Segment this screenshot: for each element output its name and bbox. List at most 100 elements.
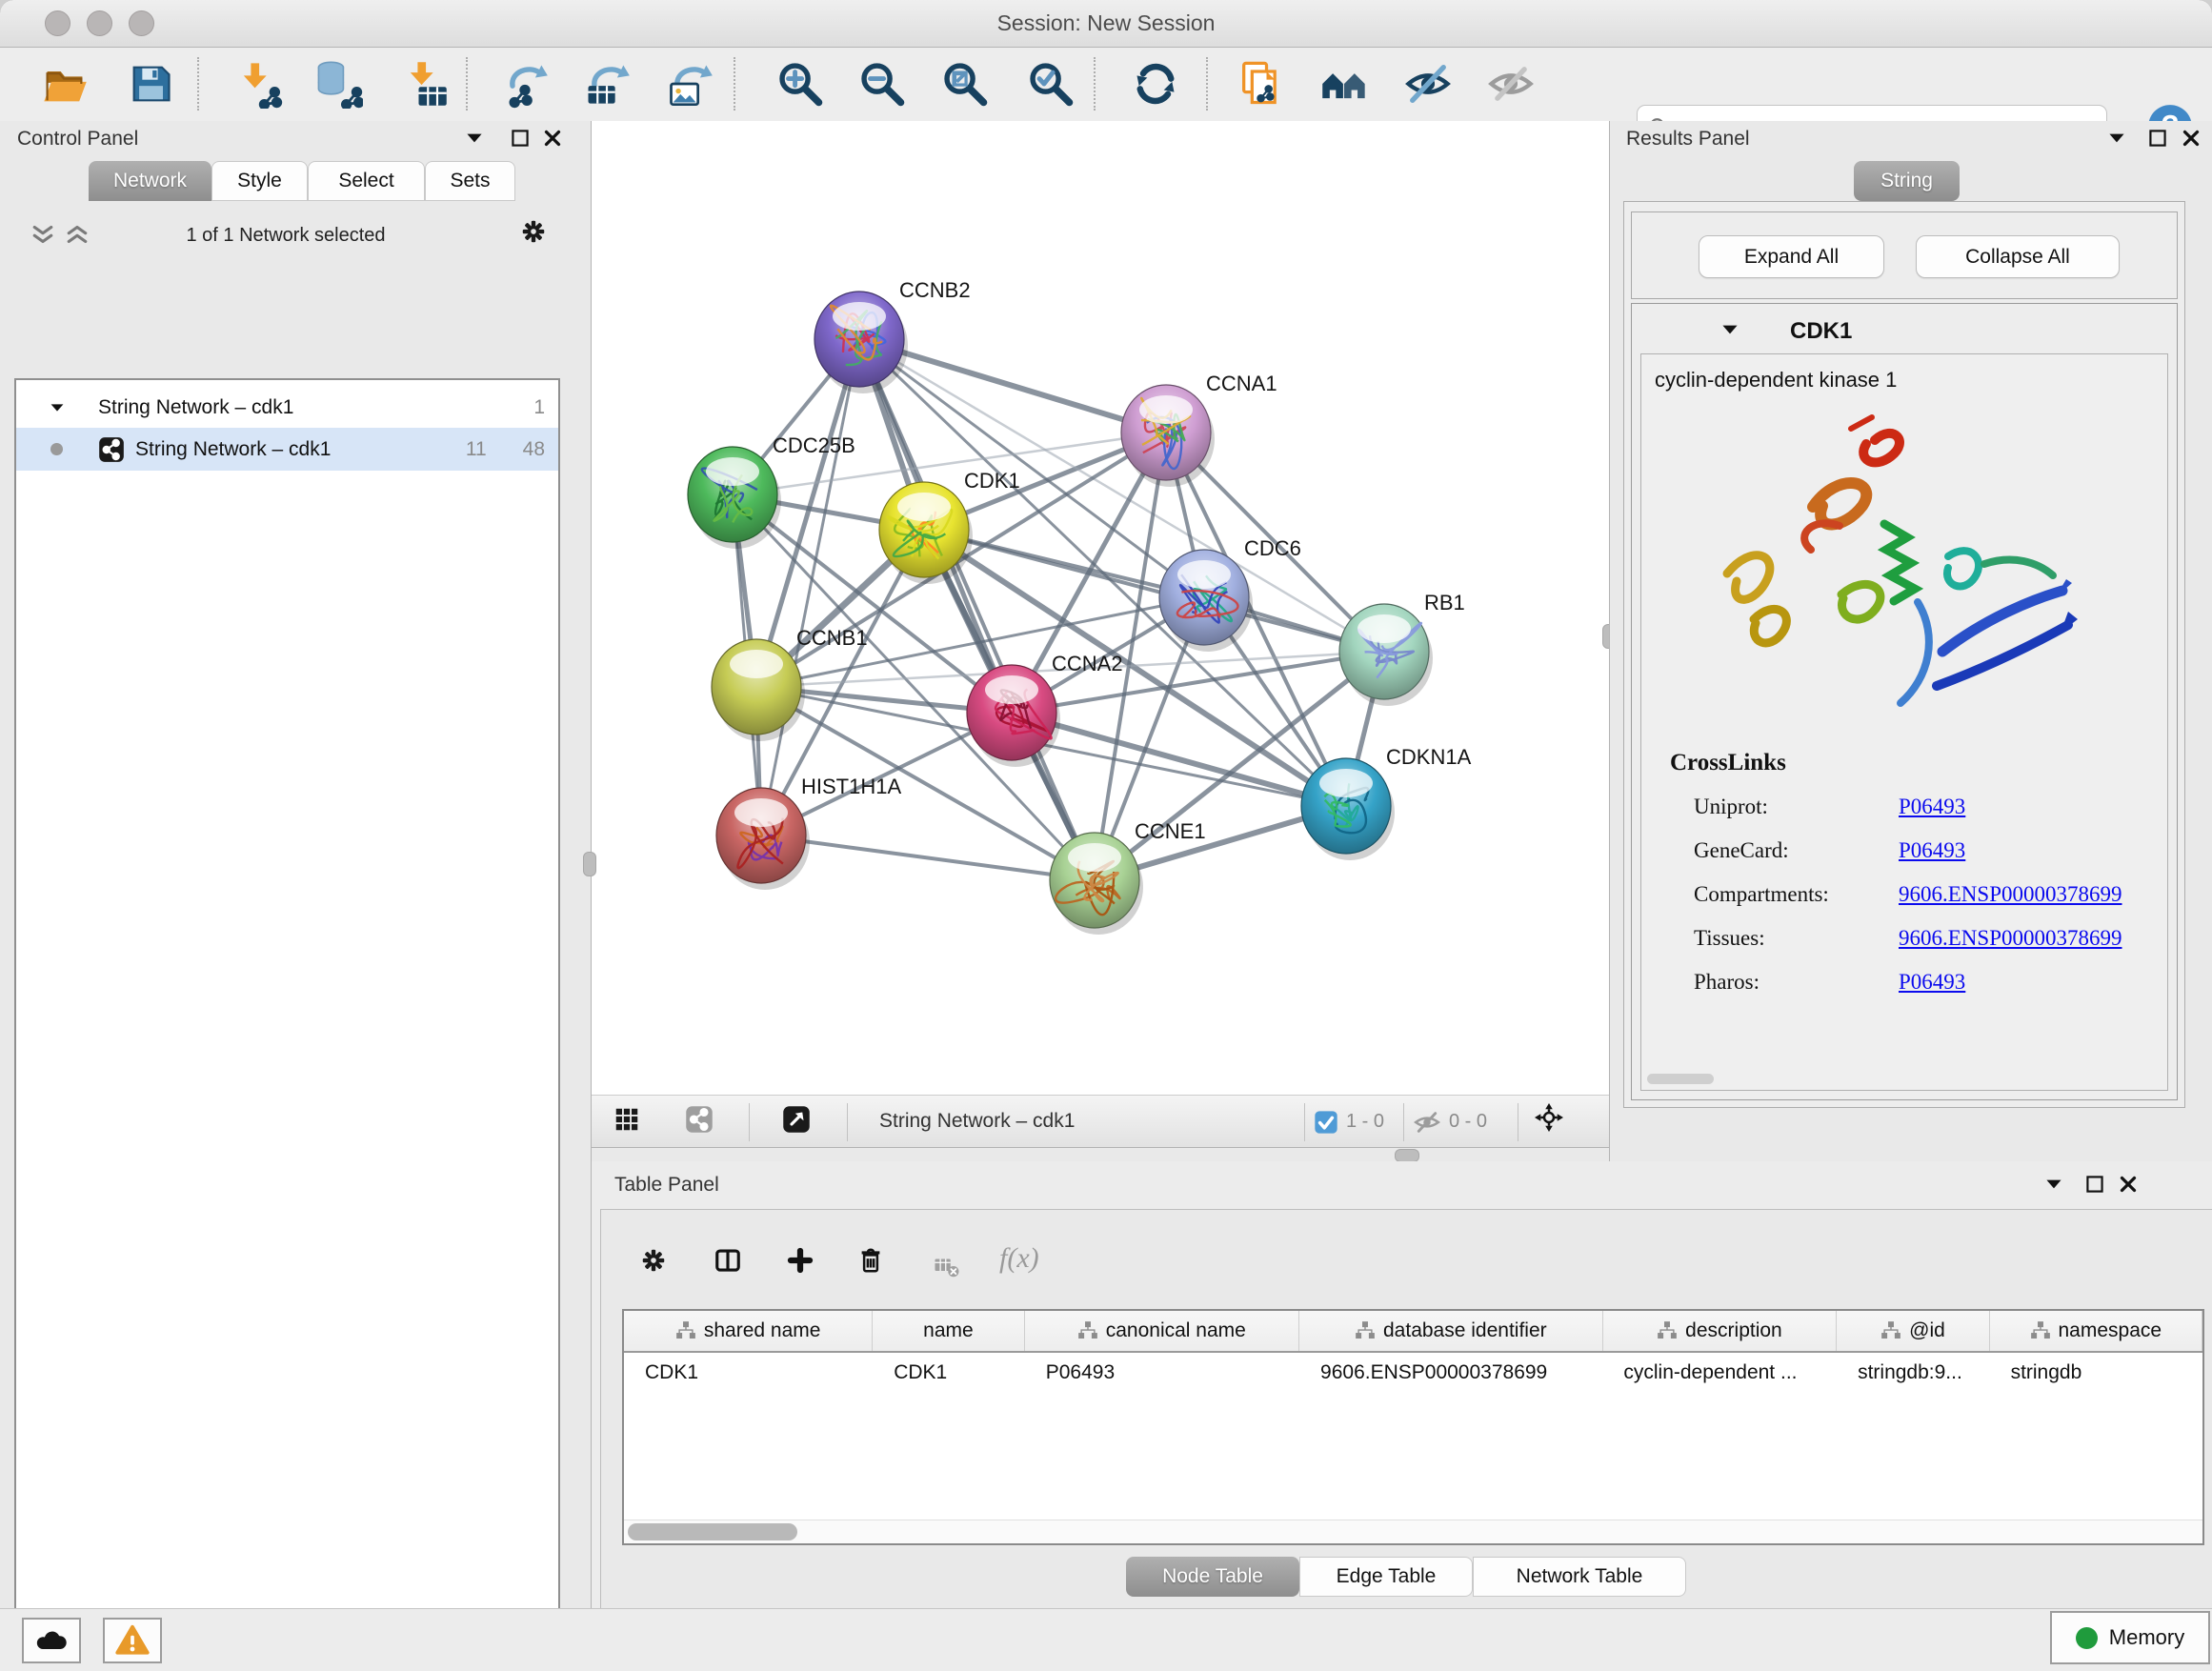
save-session-icon[interactable] bbox=[123, 55, 178, 112]
crosslink-row: GeneCard: P06493 bbox=[1694, 829, 2142, 873]
clone-network-icon[interactable] bbox=[1233, 55, 1288, 112]
table-panel-menu-icon[interactable] bbox=[2040, 1170, 2068, 1198]
import-network-from-database-icon[interactable] bbox=[311, 55, 366, 112]
network-label: String Network – cdk1 bbox=[135, 438, 331, 461]
column-header-namespace[interactable]: namespace bbox=[1990, 1311, 2202, 1351]
open-file-icon[interactable] bbox=[37, 55, 92, 112]
memory-button[interactable]: Memory bbox=[2050, 1611, 2210, 1664]
tab-select[interactable]: Select bbox=[308, 161, 425, 201]
export-image-icon[interactable] bbox=[662, 55, 717, 112]
zoom-in-icon[interactable] bbox=[773, 55, 828, 112]
network-collection-row[interactable]: String Network – cdk1 1 bbox=[16, 386, 558, 429]
crosslink-link[interactable]: P06493 bbox=[1899, 795, 1965, 819]
application-window: Session: New Session ?Control Panel Netw… bbox=[0, 0, 2212, 1671]
control-panel-menu-icon[interactable] bbox=[460, 124, 489, 152]
table-cell[interactable]: P06493 bbox=[1025, 1353, 1299, 1393]
results-hscroll-thumb[interactable] bbox=[1647, 1074, 1714, 1084]
toolbar-separator bbox=[197, 57, 199, 111]
expand-all-button[interactable]: Expand All bbox=[1699, 235, 1884, 278]
share-view-icon[interactable] bbox=[685, 1105, 714, 1134]
table-hscroll-thumb[interactable] bbox=[628, 1523, 797, 1540]
crosslink-label: Pharos: bbox=[1694, 970, 1899, 995]
grid-view-icon[interactable] bbox=[613, 1105, 641, 1134]
results-panel-close-icon[interactable] bbox=[2177, 124, 2205, 152]
network-node-CCNA1[interactable] bbox=[1121, 385, 1215, 487]
crosslink-link[interactable]: P06493 bbox=[1899, 838, 1965, 863]
warning-status-button[interactable] bbox=[103, 1618, 162, 1663]
control-panel-float-icon[interactable] bbox=[506, 124, 534, 152]
table-add-icon[interactable] bbox=[786, 1246, 814, 1275]
network-canvas[interactable]: CCNB2CCNA1CDC25BCDK1CDC6RB1CCNB1CCNA2CDK… bbox=[592, 121, 1609, 1095]
network-options-gear-icon[interactable] bbox=[519, 217, 548, 246]
tab-sets[interactable]: Sets bbox=[425, 161, 515, 201]
network-node-CCNE1[interactable] bbox=[1050, 833, 1143, 935]
cloud-status-button[interactable] bbox=[22, 1618, 81, 1663]
column-header-description[interactable]: description bbox=[1603, 1311, 1838, 1351]
table-delete-icon[interactable] bbox=[856, 1246, 885, 1275]
table-columns-icon[interactable] bbox=[714, 1246, 742, 1275]
network-node-CDK1[interactable] bbox=[879, 482, 973, 584]
network-node-CDC25B[interactable] bbox=[688, 447, 781, 549]
network-node-RB1[interactable] bbox=[1339, 604, 1433, 706]
crosslinks-list: Uniprot: P06493 GeneCard: P06493 Compart… bbox=[1694, 785, 2142, 1004]
results-panel-menu-icon[interactable] bbox=[2102, 124, 2131, 152]
table-hscrollbar[interactable] bbox=[624, 1520, 2202, 1543]
left-splitter-handle[interactable] bbox=[583, 852, 596, 876]
column-header--id[interactable]: @id bbox=[1837, 1311, 1989, 1351]
network-node-HIST1H1A[interactable] bbox=[716, 788, 810, 890]
birdseye-navigator-icon[interactable] bbox=[782, 1105, 811, 1134]
tab-edge-table[interactable]: Edge Table bbox=[1299, 1557, 1473, 1597]
zoom-selected-icon[interactable] bbox=[1023, 55, 1078, 112]
expand-all-tree-icon[interactable] bbox=[63, 220, 91, 249]
table-panel-float-icon[interactable] bbox=[2081, 1170, 2109, 1198]
home-navigator-icon[interactable] bbox=[1317, 55, 1372, 112]
column-header-name[interactable]: name bbox=[873, 1311, 1024, 1351]
table-panel-close-icon[interactable] bbox=[2114, 1170, 2142, 1198]
table-panel: Table Panel f(x) shared name name canoni… bbox=[592, 1161, 2212, 1608]
crosslink-link[interactable]: P06493 bbox=[1899, 970, 1965, 995]
control-panel-close-icon[interactable] bbox=[538, 124, 567, 152]
column-header-shared-name[interactable]: shared name bbox=[624, 1311, 873, 1351]
crosslink-link[interactable]: 9606.ENSP00000378699 bbox=[1899, 882, 2122, 907]
network-node-CDKN1A[interactable] bbox=[1301, 758, 1395, 860]
collapse-all-tree-icon[interactable] bbox=[29, 220, 57, 249]
hidden-counts: 0 - 0 bbox=[1449, 1111, 1487, 1133]
table-cell[interactable]: CDK1 bbox=[873, 1353, 1025, 1393]
tab-network-table[interactable]: Network Table bbox=[1473, 1557, 1686, 1597]
node-label: HIST1H1A bbox=[801, 775, 901, 798]
table-gear-icon[interactable] bbox=[639, 1246, 668, 1275]
collection-expander-icon[interactable] bbox=[43, 393, 71, 422]
table-cell[interactable]: stringdb bbox=[1990, 1353, 2202, 1393]
zoom-out-icon[interactable] bbox=[855, 55, 910, 112]
column-header-database-identifier[interactable]: database identifier bbox=[1299, 1311, 1603, 1351]
crosslink-link[interactable]: 9606.ENSP00000378699 bbox=[1899, 926, 2122, 951]
selected-checkbox-icon[interactable] bbox=[1312, 1108, 1340, 1137]
bottom-splitter-handle[interactable] bbox=[1395, 1149, 1419, 1162]
table-cell[interactable]: 9606.ENSP00000378699 bbox=[1299, 1353, 1602, 1393]
table-cell[interactable]: CDK1 bbox=[624, 1353, 873, 1393]
collapse-all-button[interactable]: Collapse All bbox=[1916, 235, 2120, 278]
tab-node-table[interactable]: Node Table bbox=[1126, 1557, 1299, 1597]
import-network-from-file-icon[interactable] bbox=[231, 55, 286, 112]
hide-graphics-details-icon[interactable] bbox=[1400, 55, 1456, 112]
tab-style[interactable]: Style bbox=[211, 161, 308, 201]
hidden-eye-slash-icon[interactable] bbox=[1413, 1108, 1441, 1137]
export-table-icon[interactable] bbox=[579, 55, 634, 112]
column-header-canonical-name[interactable]: canonical name bbox=[1025, 1311, 1299, 1351]
tab-string[interactable]: String bbox=[1854, 161, 1960, 201]
network-row[interactable]: String Network – cdk1 11 48 bbox=[16, 428, 558, 471]
export-network-icon[interactable] bbox=[497, 55, 553, 112]
table-cell[interactable]: stringdb:9... bbox=[1837, 1353, 1989, 1393]
tab-network[interactable]: Network bbox=[89, 161, 211, 201]
crosshair-move-icon[interactable] bbox=[1535, 1103, 1563, 1132]
table-cell[interactable]: cyclin-dependent ... bbox=[1602, 1353, 1837, 1393]
node-table: shared name name canonical name database… bbox=[622, 1309, 2204, 1545]
show-graphics-details-icon[interactable] bbox=[1483, 55, 1538, 112]
section-collapse-icon[interactable] bbox=[1716, 315, 1744, 344]
results-panel-float-icon[interactable] bbox=[2143, 124, 2172, 152]
import-table-from-file-icon[interactable] bbox=[397, 55, 452, 112]
zoom-fit-content-icon[interactable] bbox=[937, 55, 993, 112]
network-node-count: 11 bbox=[466, 438, 487, 461]
update-network-icon[interactable] bbox=[1128, 55, 1183, 112]
network-node-CCNA2[interactable] bbox=[967, 665, 1060, 767]
